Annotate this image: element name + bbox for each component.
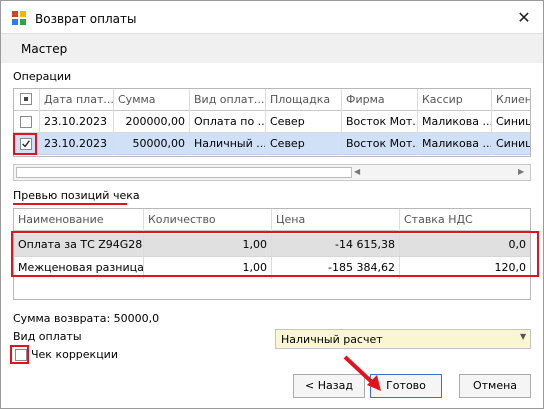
operations-horizontal-scrollbar[interactable]: ◀ ▶ (13, 164, 531, 181)
column-header[interactable]: Цена (272, 209, 400, 231)
payment-type-value: Наличный расчет (281, 333, 383, 346)
firm-cell: Восток Мот... (342, 111, 418, 133)
date-cell: 23.10.2023 (40, 111, 114, 133)
preview-label: Превью позиций чека (13, 189, 140, 202)
site-cell: Север (266, 133, 342, 155)
preview-rows-highlight (11, 231, 539, 277)
refund-wizard-window: Возврат оплаты ✕ Мастер Операции Дата пл… (0, 0, 544, 409)
cancel-button[interactable]: Отмена (459, 374, 531, 398)
annotation-arrow-icon (343, 355, 381, 391)
site-cell: Север (266, 111, 342, 133)
close-icon[interactable]: ✕ (514, 9, 534, 27)
preview-label-underline (13, 203, 127, 205)
scroll-left-icon[interactable]: ◀ (354, 167, 360, 176)
payment-type-select[interactable]: Наличный расчет ▼ (275, 329, 531, 349)
chevron-down-icon[interactable]: ▼ (520, 332, 526, 341)
scrollbar-thumb[interactable] (16, 167, 352, 178)
amount-cell: 50000,00 (114, 133, 190, 155)
app-icon (12, 11, 26, 25)
payment-type-cell: Наличный ... (190, 133, 266, 155)
correction-checkbox-highlight (10, 345, 29, 364)
column-header[interactable]: Наименование (14, 209, 144, 231)
column-header[interactable]: Фирма (342, 89, 418, 111)
selected-checkbox-highlight (13, 133, 37, 155)
column-header[interactable]: Кассир (418, 89, 492, 111)
column-header[interactable]: Дата плат... (40, 89, 114, 111)
wizard-header: Мастер (1, 33, 543, 63)
select-all-checkbox[interactable] (20, 93, 32, 105)
preview-header-row: Наименование Количество Цена Ставка НДС (14, 209, 530, 231)
window-title: Возврат оплаты (35, 12, 137, 26)
payment-type-label: Вид оплаты (13, 330, 82, 343)
table-row-selected[interactable]: 23.10.2023 50000,00 Наличный ... Север В… (14, 133, 530, 155)
select-all-cell[interactable] (14, 89, 40, 111)
cashier-cell: Маликова ... (418, 111, 492, 133)
row-select-cell[interactable] (14, 111, 40, 133)
payment-type-cell: Оплата по ... (190, 111, 266, 133)
wizard-header-label: Мастер (21, 42, 68, 56)
column-header[interactable]: Ставка НДС (400, 209, 530, 231)
client-cell: Синици (496, 115, 530, 128)
correction-label: Чек коррекции (31, 348, 118, 361)
column-header[interactable]: Площадка (266, 89, 342, 111)
row-checkbox[interactable] (20, 116, 32, 128)
firm-cell: Восток Мот... (342, 133, 418, 155)
title-bar: Возврат оплаты ✕ (1, 1, 543, 33)
client-cell: Синици (496, 137, 530, 150)
date-cell: 23.10.2023 (40, 133, 114, 155)
column-header[interactable]: Клиент (492, 89, 530, 111)
column-header[interactable]: Сумма (114, 89, 190, 111)
amount-cell: 200000,00 (114, 111, 190, 133)
table-row[interactable]: 23.10.2023 200000,00 Оплата по ... Север… (14, 111, 530, 133)
operations-label: Операции (13, 70, 72, 83)
scroll-right-icon[interactable]: ▶ (518, 167, 524, 176)
operations-table: Дата плат... Сумма Вид оплат... Площадка… (13, 88, 531, 157)
column-header[interactable]: Количество (144, 209, 272, 231)
refund-sum: Сумма возврата: 50000,0 (13, 312, 160, 325)
column-header[interactable]: Вид оплат... (190, 89, 266, 111)
operations-header-row: Дата плат... Сумма Вид оплат... Площадка… (14, 89, 530, 111)
cashier-cell: Маликова ... (418, 133, 492, 155)
